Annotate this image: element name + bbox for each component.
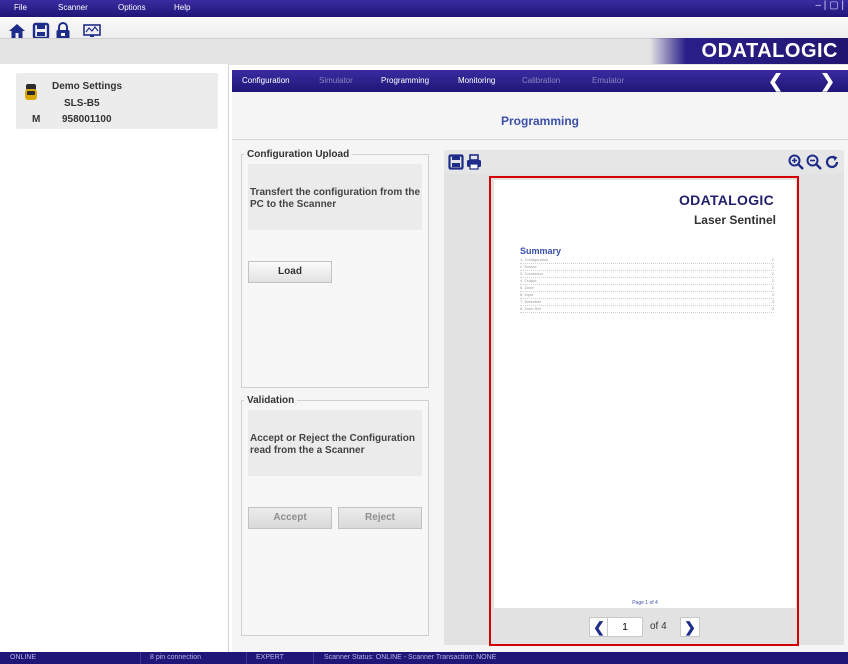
refresh-icon[interactable]: [824, 154, 840, 170]
nav-next-arrow[interactable]: ❯: [820, 71, 835, 92]
toc-row: 6. Input 3: [520, 292, 774, 299]
page-number-input[interactable]: [607, 617, 643, 637]
zoom-out-icon[interactable]: [806, 154, 822, 170]
status-divider: [140, 652, 141, 664]
upload-legend: Configuration Upload: [244, 149, 353, 160]
status-scanner-transaction: Scanner Status: ONLINE - Scanner Transac…: [324, 654, 497, 661]
window-controls[interactable]: – | ▢ |: [802, 0, 848, 17]
prev-page-button[interactable]: ❮: [589, 617, 609, 637]
device-panel: [0, 64, 229, 652]
status-divider: [246, 652, 247, 664]
validation-legend: Validation: [244, 395, 298, 406]
status-connection: 8 pin connection: [150, 654, 201, 661]
menu-help[interactable]: Help: [174, 3, 190, 12]
tab-emulator[interactable]: Emulator: [592, 76, 624, 85]
device-card[interactable]: Demo Settings SLS-B5 M 958001100: [16, 73, 218, 129]
preview-toolbar: [444, 150, 844, 174]
scanner-device-icon: [24, 83, 38, 101]
status-bar: ONLINE 8 pin connection EXPERT Scanner S…: [0, 652, 848, 664]
reject-button[interactable]: Reject: [338, 507, 422, 529]
zoom-in-icon[interactable]: [788, 154, 804, 170]
device-model: SLS-B5: [64, 98, 100, 109]
status-online: ONLINE: [10, 654, 37, 661]
nav-bar: Configuration Simulator Programming Moni…: [232, 70, 848, 92]
toc-row: 2. Device 2: [520, 264, 774, 271]
toc-row: 1. Configuration 2: [520, 257, 774, 264]
toc-row: 3. Connector 2: [520, 271, 774, 278]
datalogic-logo: ODATALOGIC: [701, 40, 838, 62]
validation-description: Accept or Reject the Configuration read …: [250, 433, 416, 456]
print-icon[interactable]: [466, 154, 482, 170]
tab-monitoring[interactable]: Monitoring: [458, 76, 495, 85]
tab-programming[interactable]: Programming: [381, 76, 429, 85]
tab-simulator[interactable]: Simulator: [319, 76, 353, 85]
status-divider: [313, 652, 314, 664]
device-mode-letter: M: [32, 114, 41, 125]
pager: ❮ of 4 ❯: [444, 610, 844, 642]
toc-row: 7. Detection 3: [520, 299, 774, 306]
report-summary-heading: Summary: [520, 246, 562, 256]
title-divider: [232, 139, 848, 140]
menu-bar: File Scanner Options Help – | ▢ |: [0, 0, 848, 17]
report-page-footer: Page 1 of 4: [632, 600, 658, 606]
menu-file[interactable]: File: [14, 3, 27, 12]
page-title: Programming: [500, 114, 579, 128]
page-count-label: of 4: [650, 621, 667, 632]
device-serial: 958001100: [62, 114, 112, 125]
load-button[interactable]: Load: [248, 261, 332, 283]
tab-configuration[interactable]: Configuration: [242, 76, 290, 85]
toc-row: 4. Output 2: [520, 278, 774, 285]
tab-calibration[interactable]: Calibration: [522, 76, 560, 85]
status-level: EXPERT: [256, 654, 284, 661]
toc-row: 5. Zone 2: [520, 285, 774, 292]
nav-prev-arrow[interactable]: ❮: [768, 71, 783, 92]
next-page-button[interactable]: ❯: [680, 617, 700, 637]
report-page: ODATALOGIC Laser Sentinel Summary 1. Con…: [494, 180, 796, 608]
menu-scanner[interactable]: Scanner: [58, 3, 88, 12]
accept-button[interactable]: Accept: [248, 507, 332, 529]
upload-description: Transfert the configuration from the PC …: [250, 187, 421, 210]
toc-row: 8. Zone Set 3: [520, 306, 774, 313]
report-title: Laser Sentinel: [693, 213, 776, 227]
report-logo: ODATALOGIC: [678, 192, 774, 208]
save-report-icon[interactable]: [448, 154, 464, 170]
device-name: Demo Settings: [52, 81, 123, 92]
menu-options[interactable]: Options: [118, 3, 146, 12]
brand-banner: ODATALOGIC: [650, 38, 848, 64]
